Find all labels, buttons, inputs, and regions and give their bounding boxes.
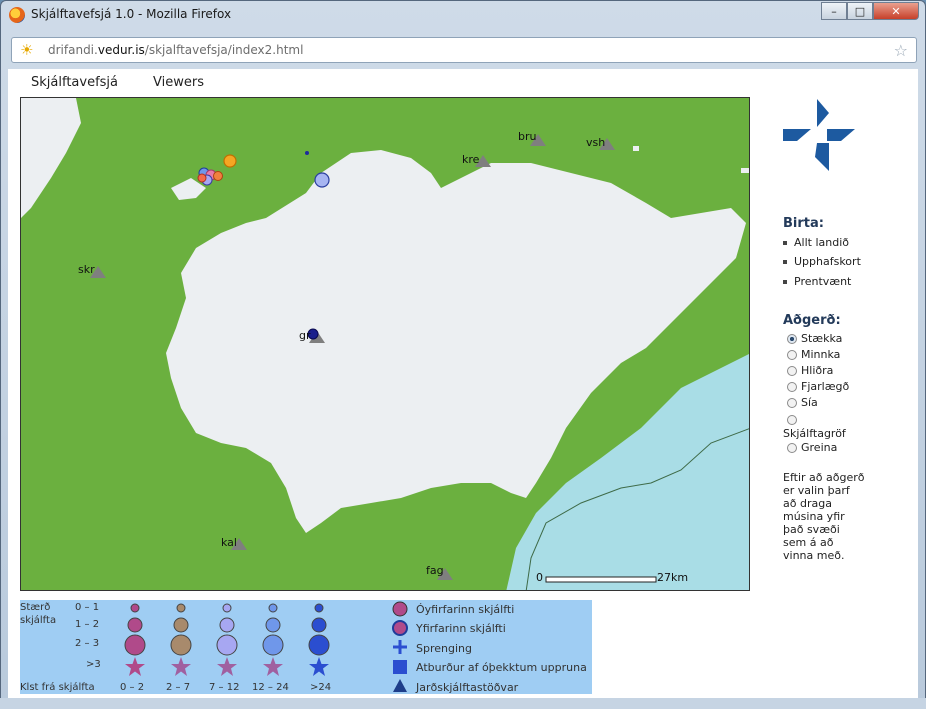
browser-window: Skjálftavefsjá 1.0 - Mozilla Firefox – □… — [0, 0, 926, 709]
site-sun-icon: ☀ — [20, 41, 34, 59]
quake-light-blue — [314, 172, 330, 188]
radio-button[interactable] — [787, 382, 797, 392]
bullet-icon — [783, 260, 787, 264]
bullet-icon — [783, 280, 787, 284]
legend-row-1-2: 1 – 2 — [75, 619, 100, 630]
menu-viewers[interactable]: Viewers — [153, 75, 204, 90]
legend-row-0-1: 0 – 1 — [75, 602, 100, 613]
scale-end-label: 27km — [657, 571, 689, 584]
radio-button[interactable] — [787, 443, 797, 453]
menu-skjalftavefsja[interactable]: Skjálftavefsjá — [31, 75, 118, 90]
legend-size-label-2: skjálfta — [20, 615, 57, 626]
birta-prentvaent[interactable]: Prentvænt — [783, 275, 851, 288]
legend-type-explosion: Sprenging — [416, 642, 472, 655]
legend-hours-7-12: 7 – 12 — [209, 682, 240, 693]
birta-prentvaent-label: Prentvænt — [794, 275, 852, 288]
radio-skjalftagrof[interactable] — [787, 413, 801, 426]
legend-hours-label: Klst frá skjálfta — [20, 682, 95, 693]
birta-upphafskort[interactable]: Upphafskort — [783, 255, 861, 268]
islet-1 — [633, 146, 639, 151]
legend-hours-gt24: >24 — [310, 682, 332, 693]
url-path: /skjalftavefsja/index2.html — [144, 43, 304, 57]
url-prefix: drifandi. — [48, 43, 98, 57]
station-label-bru: bru — [518, 130, 537, 143]
adgerd-heading: Aðgerð: — [783, 313, 841, 328]
radio-fjarlaegd-label: Fjarlægð — [801, 380, 850, 393]
legend-type-unknown: Atburður af óþekktum uppruna — [416, 661, 587, 674]
url-text[interactable]: drifandi.vedur.is/skjalftavefsja/index2.… — [48, 43, 303, 57]
url-domain: vedur.is — [97, 43, 145, 57]
legend-symbol-grid — [124, 603, 330, 676]
radio-greina[interactable]: Greina — [787, 441, 837, 454]
radio-button[interactable] — [787, 415, 797, 425]
radio-minnka-label: Minnka — [801, 348, 841, 361]
birta-heading: Birta: — [783, 216, 824, 231]
maximize-button[interactable]: □ — [847, 2, 873, 20]
legend-hours-12-24: 12 – 24 — [252, 682, 289, 693]
bookmark-star-icon[interactable]: ☆ — [894, 41, 908, 60]
station-label-skr: skr — [78, 263, 95, 276]
close-button[interactable]: ✕ — [873, 2, 919, 20]
legend-type-stations: Jarðskjálftastöðvar — [416, 681, 519, 694]
radio-skjalftagrof-label: Skjálftagröf — [783, 427, 846, 440]
legend-type-unreviewed: Óyfirfarinn skjálfti — [416, 603, 515, 616]
radio-sia[interactable]: Sía — [787, 396, 818, 409]
radio-hlidra[interactable]: Hliðra — [787, 364, 833, 377]
radio-button-selected[interactable] — [787, 334, 797, 344]
vedur-logo-icon — [783, 99, 855, 171]
radio-button[interactable] — [787, 350, 797, 360]
station-label-gr: gr — [299, 329, 311, 342]
minimize-button[interactable]: – — [821, 2, 847, 20]
scale-bar — [545, 576, 657, 583]
window-title: Skjálftavefsjá 1.0 - Mozilla Firefox — [31, 7, 232, 21]
glacier-corner — [21, 98, 81, 218]
legend-type-symbols — [392, 601, 408, 692]
page-content: Skjálftavefsjá Viewers bru vsh kre skr g… — [8, 69, 918, 699]
birta-allt-landid[interactable]: Allt landið — [783, 236, 849, 249]
station-label-fag: fag — [426, 564, 444, 577]
radio-sia-label: Sía — [801, 396, 818, 409]
scale-start-label: 0 — [536, 571, 543, 584]
quake-cluster-5 — [197, 173, 207, 183]
title-bar[interactable]: Skjálftavefsjá 1.0 - Mozilla Firefox – □… — [1, 1, 925, 29]
legend-size-label-1: Stærð — [20, 602, 51, 613]
address-bar[interactable]: ☀ drifandi.vedur.is/skjalftavefsja/index… — [11, 37, 917, 63]
station-label-vsh: vsh — [586, 136, 606, 149]
status-bar — [0, 698, 926, 709]
islet-2 — [741, 168, 749, 173]
map-graphics — [21, 98, 749, 590]
legend-panel: Stærð skjálfta 0 – 1 1 – 2 2 – 3 >3 Klst… — [20, 600, 592, 694]
station-label-kre: kre — [462, 153, 480, 166]
radio-hlidra-label: Hliðra — [801, 364, 834, 377]
radio-staekka[interactable]: Stækka — [787, 332, 842, 345]
earthquake-map[interactable]: bru vsh kre skr gr kal fag 0 27km — [20, 97, 750, 591]
help-text: Eftir að aðgerð er valin þarf að draga m… — [783, 471, 865, 562]
legend-hours-2-7: 2 – 7 — [166, 682, 191, 693]
legend-row-gt3: >3 — [86, 659, 101, 670]
legend-row-2-3: 2 – 3 — [75, 638, 100, 649]
radio-greina-label: Greina — [801, 441, 838, 454]
quake-cluster-4 — [213, 171, 223, 181]
radio-minnka[interactable]: Minnka — [787, 348, 840, 361]
legend-type-reviewed: Yfirfarinn skjálfti — [416, 622, 506, 635]
radio-staekka-label: Stækka — [801, 332, 843, 345]
birta-upphafskort-label: Upphafskort — [794, 255, 861, 268]
quake-orange-large — [223, 154, 237, 168]
station-label-kal: kal — [221, 536, 237, 549]
bullet-icon — [783, 241, 787, 245]
quake-small-dark — [305, 151, 309, 155]
legend-hours-0-2: 0 – 2 — [120, 682, 145, 693]
birta-allt-landid-label: Allt landið — [794, 236, 849, 249]
radio-button[interactable] — [787, 398, 797, 408]
firefox-icon — [9, 7, 25, 23]
radio-fjarlaegd[interactable]: Fjarlægð — [787, 380, 849, 393]
radio-button[interactable] — [787, 366, 797, 376]
